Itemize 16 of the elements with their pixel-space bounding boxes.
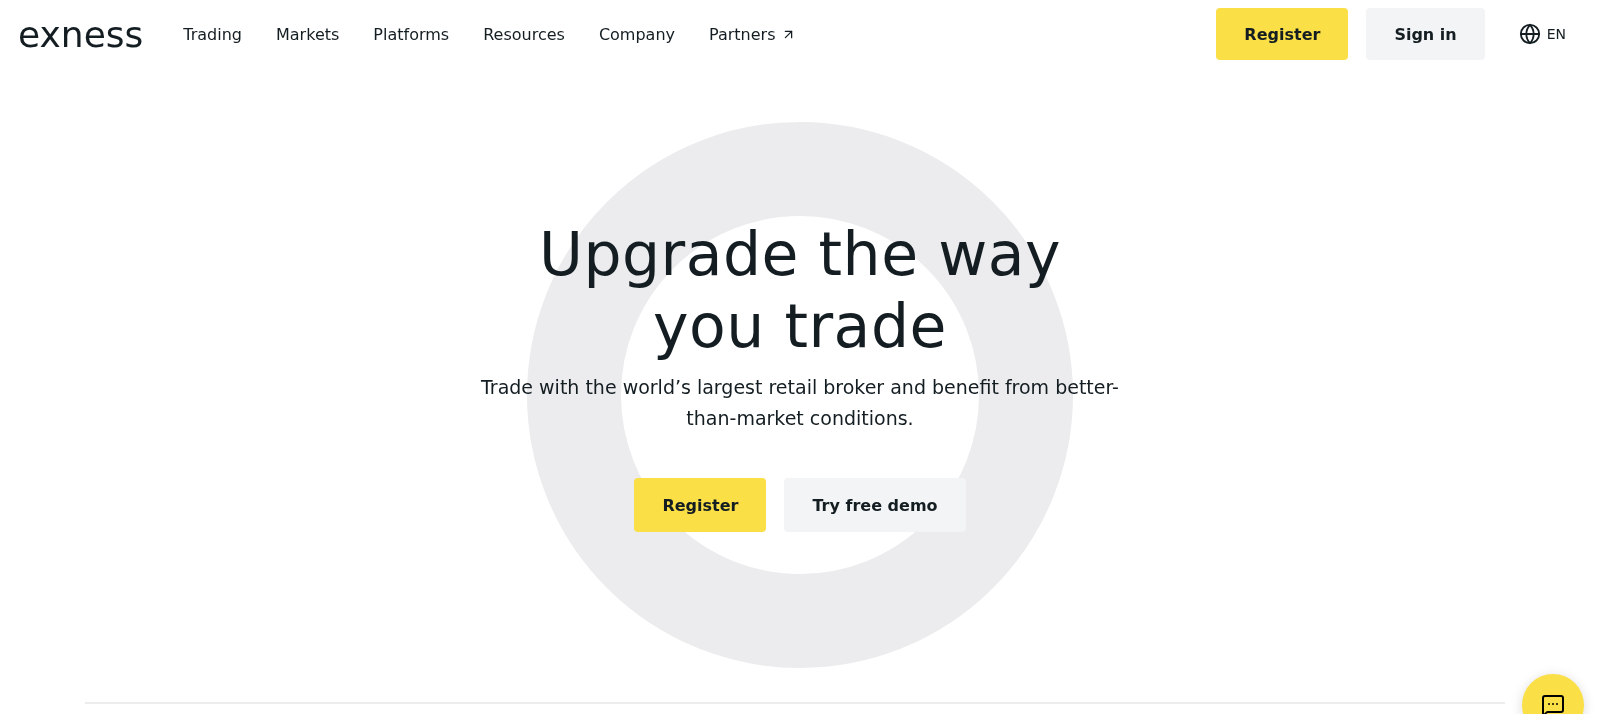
nav-link[interactable]: Trading [183,24,242,44]
language-button[interactable]: EN [1512,22,1572,46]
nav-link[interactable]: Company [598,24,675,44]
nav-link[interactable]: Platforms [373,24,450,44]
hero-title: Upgrade the way you trade [538,218,1062,362]
register-button[interactable]: Register [1216,8,1349,60]
globe-icon [1518,23,1541,45]
register-button[interactable]: Register [634,478,767,532]
chat-icon [1541,693,1565,714]
nav-link[interactable]: Markets [276,24,340,44]
logo[interactable]: exness [18,13,144,55]
hero-subtitle: Trade with the world’s largest retail broker and benefit from better-than-market conditions. [480,375,1120,431]
sign-in-button[interactable]: Sign in [1366,8,1485,60]
demo-button[interactable]: Try free demo [784,478,966,532]
nav-link[interactable]: Partners [709,24,797,44]
nav-link[interactable]: Resources [483,24,565,44]
